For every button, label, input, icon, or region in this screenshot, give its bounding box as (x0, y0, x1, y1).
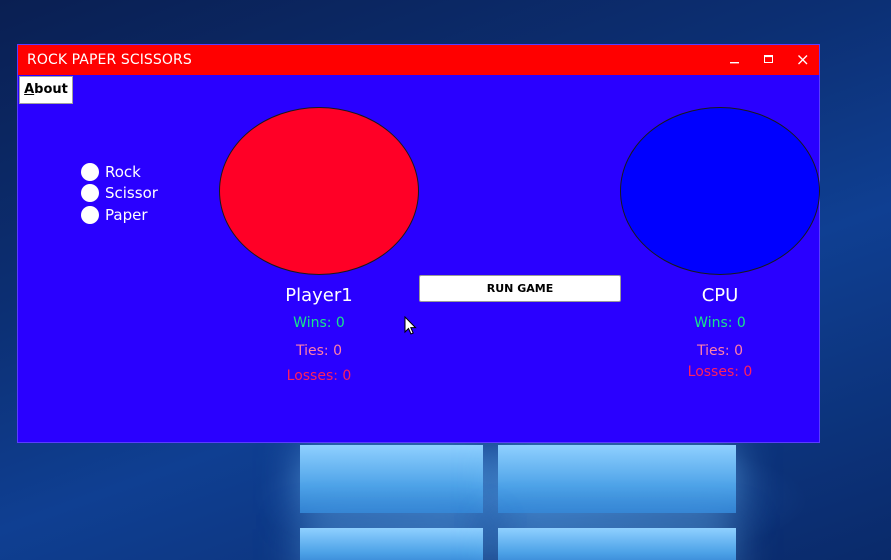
player-name: Player1 (285, 285, 353, 306)
about-access-key: A (24, 82, 35, 97)
radio-scissor[interactable]: Scissor (81, 183, 158, 205)
choice-radio-group: Rock Scissor Paper (81, 161, 158, 226)
windows-logo-pane-4 (498, 528, 736, 560)
titlebar[interactable]: ROCK PAPER SCISSORS (18, 45, 819, 75)
radio-paper[interactable]: Paper (81, 204, 158, 226)
player-ties: Ties: 0 (296, 343, 342, 359)
maximize-icon (764, 55, 773, 63)
cpu-wins: Wins: 0 (694, 315, 746, 331)
radio-circle-icon[interactable] (81, 184, 99, 203)
maximize-button[interactable] (752, 45, 786, 75)
windows-logo-pane-3 (300, 528, 483, 560)
radio-circle-icon[interactable] (81, 205, 99, 224)
cpu-ties: Ties: 0 (697, 343, 743, 359)
minimize-button[interactable] (718, 45, 752, 75)
cpu-choice-circle (620, 107, 820, 275)
radio-rock[interactable]: Rock (81, 161, 158, 183)
mouse-cursor-icon (404, 316, 417, 335)
close-icon (798, 55, 808, 65)
window-title: ROCK PAPER SCISSORS (27, 52, 192, 68)
cpu-losses: Losses: 0 (687, 364, 753, 380)
player-losses: Losses: 0 (286, 368, 352, 384)
player-choice-circle (219, 107, 419, 275)
close-button[interactable] (786, 45, 820, 75)
radio-circle-icon[interactable] (81, 162, 99, 181)
about-menu-button[interactable]: About (19, 76, 73, 104)
radio-label: Paper (105, 205, 148, 224)
minimize-icon (730, 62, 739, 64)
player-wins: Wins: 0 (293, 315, 345, 331)
app-window: ROCK PAPER SCISSORS About Rock Scissor P… (17, 44, 820, 443)
windows-logo-pane-2 (498, 445, 736, 513)
radio-label: Scissor (105, 184, 158, 203)
radio-label: Rock (105, 162, 141, 181)
windows-logo-pane-1 (300, 445, 483, 513)
cpu-name: CPU (701, 285, 739, 306)
run-game-button[interactable]: RUN GAME (419, 275, 621, 302)
about-label-rest: bout (34, 82, 68, 97)
